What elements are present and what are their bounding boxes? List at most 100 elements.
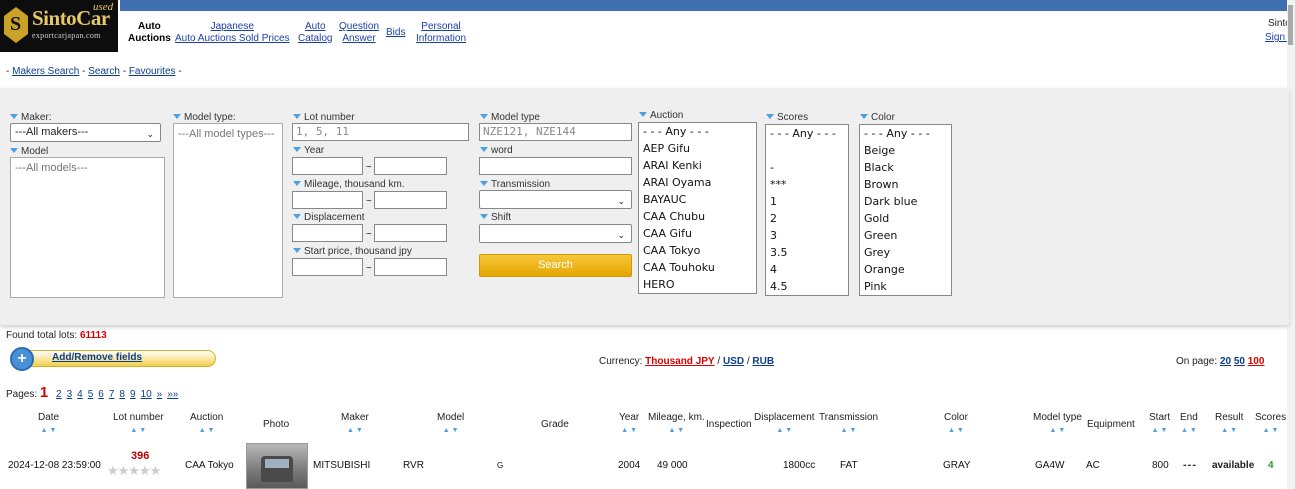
displacement-to-input[interactable] — [374, 224, 447, 242]
displacement-from-input[interactable] — [292, 224, 363, 242]
header-scores[interactable]: Scores ▲ ▼ — [1255, 412, 1286, 436]
auction-option[interactable]: BAYAUC — [639, 191, 756, 208]
scores-option[interactable]: 2 — [766, 210, 848, 227]
lot-number-input[interactable]: 1, 5, 11 — [292, 123, 469, 141]
scores-list[interactable]: - - - Any - - - - *** 1 2 3 3.5 4 4.5 — [765, 124, 849, 296]
sort-arrows-icon[interactable]: ▲ ▼ — [437, 425, 464, 436]
nav-auto-catalog[interactable]: Auto Catalog — [298, 21, 332, 45]
auction-option[interactable]: CAA Tokyo — [639, 242, 756, 259]
nav-link[interactable]: Answer — [342, 33, 375, 44]
sort-arrows-icon[interactable]: ▲ ▼ — [341, 425, 369, 436]
car-photo[interactable] — [246, 443, 308, 489]
sort-arrows-icon[interactable]: ▲ ▼ — [648, 425, 705, 436]
header-year[interactable]: Year ▲ ▼ — [619, 412, 639, 436]
favourites-link[interactable]: Favourites — [129, 66, 176, 77]
header-color[interactable]: Color ▲ ▼ — [944, 412, 968, 436]
start-price-from-input[interactable] — [292, 258, 363, 276]
header-auction[interactable]: Auction ▲ ▼ — [190, 412, 223, 436]
header-displacement[interactable]: Displacement ▲ ▼ — [754, 412, 815, 436]
sort-arrows-icon[interactable]: ▲ ▼ — [1180, 425, 1198, 436]
model-list[interactable]: ---All models--- — [10, 157, 165, 298]
header-lot-number[interactable]: Lot number ▲ ▼ — [113, 412, 164, 436]
page-size-20-link[interactable]: 20 — [1220, 356, 1231, 367]
logo[interactable]: SintoCar used exportcarjapan.com — [0, 0, 118, 52]
sort-arrows-icon[interactable]: ▲ ▼ — [1215, 425, 1243, 436]
sort-arrows-icon[interactable]: ▲ ▼ — [819, 425, 878, 436]
color-list[interactable]: - - - Any - - - Beige Black Brown Dark b… — [859, 124, 952, 296]
nav-link[interactable]: Japanese — [211, 21, 254, 32]
page-link[interactable]: 2 — [56, 389, 62, 400]
year-from-input[interactable] — [292, 157, 363, 175]
scores-option[interactable]: 3.5 — [766, 244, 848, 261]
sort-arrows-icon[interactable]: ▲ ▼ — [754, 425, 815, 436]
page-link[interactable]: 3 — [67, 389, 73, 400]
auction-option[interactable]: HERO — [639, 276, 756, 293]
nav-bids[interactable]: Bids — [386, 27, 405, 39]
sort-arrows-icon[interactable]: ▲ ▼ — [619, 425, 639, 436]
nav-link[interactable]: Information — [416, 33, 466, 44]
color-option[interactable]: Gold — [860, 210, 951, 227]
header-start[interactable]: Start ▲ ▼ — [1149, 412, 1170, 436]
color-option[interactable]: Pink — [860, 278, 951, 295]
header-end[interactable]: End ▲ ▼ — [1180, 412, 1198, 436]
nav-question-answer[interactable]: Question Answer — [339, 21, 379, 45]
header-model-type[interactable]: Model type ▲ ▼ — [1033, 412, 1082, 436]
sort-arrows-icon[interactable]: ▲ ▼ — [1033, 425, 1082, 436]
mileage-to-input[interactable] — [374, 191, 447, 209]
page-link[interactable]: 10 — [141, 389, 152, 400]
page-link[interactable]: 5 — [88, 389, 94, 400]
shift-select[interactable]: ⌄ — [479, 224, 632, 243]
nav-personal-info[interactable]: Personal Information — [416, 21, 466, 45]
maker-select[interactable]: ---All makers--- ⌄ — [10, 123, 161, 142]
add-remove-fields-button[interactable]: + Add/Remove fields — [10, 347, 217, 371]
mileage-from-input[interactable] — [292, 191, 363, 209]
scores-option[interactable] — [766, 142, 848, 159]
auction-option[interactable]: ARAI Kenki — [639, 157, 756, 174]
header-result[interactable]: Result ▲ ▼ — [1215, 412, 1243, 436]
nav-sold-prices[interactable]: Japanese Auto Auctions Sold Prices — [175, 21, 290, 45]
scores-option[interactable]: - - - Any - - - — [766, 125, 848, 142]
model-type-input[interactable]: NZE121, NZE144 — [479, 123, 632, 141]
color-option[interactable]: Black — [860, 159, 951, 176]
start-price-to-input[interactable] — [374, 258, 447, 276]
nav-link[interactable]: Auto Auctions Sold Prices — [175, 33, 290, 44]
next-page-link[interactable]: » — [157, 389, 163, 400]
sort-arrows-icon[interactable]: ▲ ▼ — [1255, 425, 1286, 436]
scrollbar-thumb[interactable] — [1288, 5, 1293, 45]
nav-link[interactable]: Personal — [421, 21, 460, 32]
header-transmission[interactable]: Transmission ▲ ▼ — [819, 412, 878, 436]
header-date[interactable]: Date ▲ ▼ — [38, 412, 59, 436]
rating-stars-icon[interactable]: ★★★★★ — [107, 463, 161, 479]
transmission-select[interactable]: ⌄ — [479, 190, 632, 209]
auction-option[interactable]: CAA Chubu — [639, 208, 756, 225]
nav-link[interactable]: Auto — [305, 21, 326, 32]
sort-arrows-icon[interactable]: ▲ ▼ — [944, 425, 968, 436]
page-link[interactable]: 9 — [130, 389, 136, 400]
sort-arrows-icon[interactable]: ▲ ▼ — [113, 425, 164, 436]
model-type-list[interactable]: ---All model types--- — [173, 123, 283, 298]
auction-option[interactable]: - - - Any - - - — [639, 123, 756, 140]
year-to-input[interactable] — [374, 157, 447, 175]
search-button[interactable]: Search — [479, 254, 632, 277]
scores-option[interactable]: 4.5 — [766, 278, 848, 295]
sort-arrows-icon[interactable]: ▲ ▼ — [190, 425, 223, 436]
scores-option[interactable]: 3 — [766, 227, 848, 244]
page-link[interactable]: 6 — [98, 389, 104, 400]
page-link[interactable]: 8 — [119, 389, 125, 400]
page-link[interactable]: 7 — [109, 389, 115, 400]
color-option[interactable]: Green — [860, 227, 951, 244]
color-option[interactable]: Orange — [860, 261, 951, 278]
color-option[interactable]: Brown — [860, 176, 951, 193]
header-maker[interactable]: Maker ▲ ▼ — [341, 412, 369, 436]
page-link[interactable]: 4 — [77, 389, 83, 400]
currency-usd-link[interactable]: USD — [723, 356, 744, 367]
sort-arrows-icon[interactable]: ▲ ▼ — [1149, 425, 1170, 436]
color-option[interactable]: Dark blue — [860, 193, 951, 210]
last-page-link[interactable]: »» — [167, 389, 178, 400]
nav-auto-auctions[interactable]: Auto Auctions — [128, 21, 171, 45]
nav-link[interactable]: Catalog — [298, 33, 332, 44]
color-option[interactable]: Grey — [860, 244, 951, 261]
auction-option[interactable]: CAA Gifu — [639, 225, 756, 242]
auction-option[interactable]: AEP Gifu — [639, 140, 756, 157]
word-input[interactable] — [479, 157, 632, 175]
